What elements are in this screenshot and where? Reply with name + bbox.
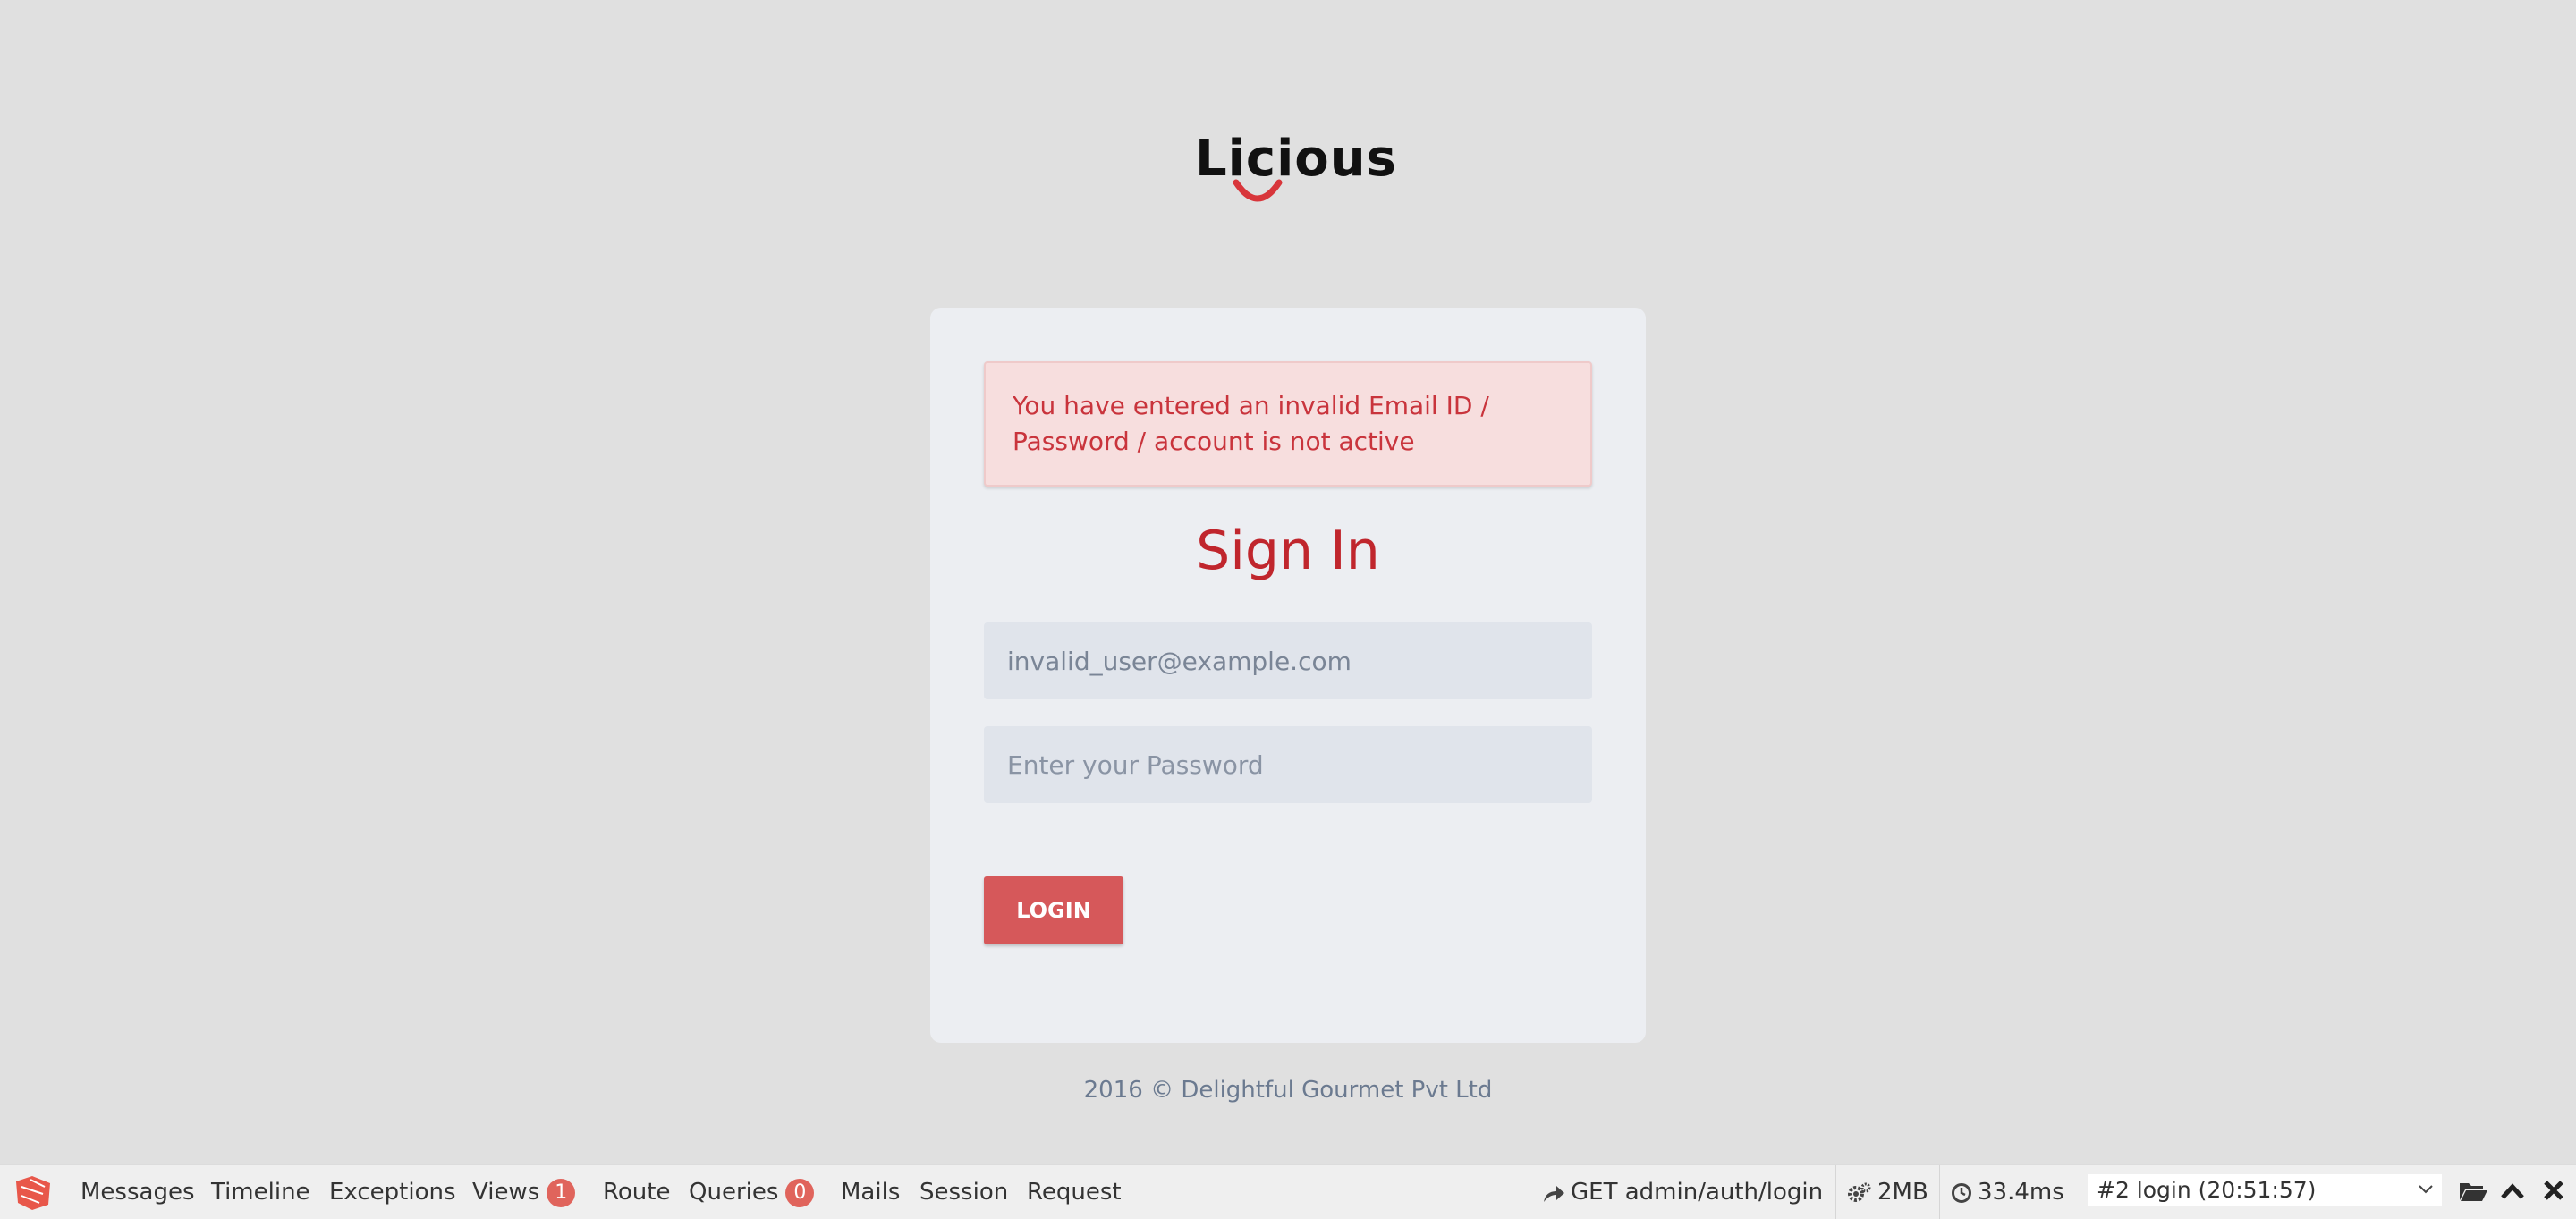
share-arrow-icon xyxy=(1544,1185,1564,1202)
email-field[interactable] xyxy=(984,622,1592,699)
logo-text: Licious xyxy=(1195,130,1397,188)
footer-copyright: 2016 © Delightful Gourmet Pvt Ltd xyxy=(1083,1077,1493,1104)
close-icon[interactable] xyxy=(2542,1178,2565,1203)
cogs-icon xyxy=(1848,1182,1871,1202)
memory-indicator[interactable]: 2MB xyxy=(1835,1165,1928,1219)
login-button[interactable]: LOGIN xyxy=(984,876,1123,944)
smile-icon xyxy=(1233,179,1283,202)
request-select[interactable]: #2 login (20:51:57) xyxy=(2088,1174,2442,1206)
page-title: Sign In xyxy=(1196,520,1380,582)
tab-session[interactable]: Session xyxy=(919,1165,1008,1219)
tab-messages[interactable]: Messages xyxy=(80,1165,195,1219)
tab-views[interactable]: Views 1 xyxy=(472,1165,576,1219)
queries-count-badge: 0 xyxy=(785,1178,815,1207)
tab-timeline[interactable]: Timeline xyxy=(211,1165,310,1219)
views-count-badge: 1 xyxy=(547,1178,576,1207)
route-indicator[interactable]: GET admin/auth/login xyxy=(1531,1165,1823,1219)
error-alert: You have entered an invalid Email ID / P… xyxy=(984,361,1592,487)
tab-route[interactable]: Route xyxy=(603,1165,670,1219)
tab-exceptions[interactable]: Exceptions xyxy=(329,1165,456,1219)
chevron-down-icon xyxy=(2419,1185,2433,1194)
licious-logo: Licious xyxy=(1195,131,1396,211)
laravel-logo-icon[interactable] xyxy=(13,1174,54,1212)
chevron-up-icon[interactable] xyxy=(2499,1178,2526,1203)
debugbar: Messages Timeline Exceptions Views 1 Rout… xyxy=(0,1164,2576,1219)
tab-request[interactable]: Request xyxy=(1027,1165,1122,1219)
password-field[interactable] xyxy=(984,726,1592,803)
login-card: You have entered an invalid Email ID / P… xyxy=(930,308,1646,1043)
clock-icon xyxy=(1952,1182,1971,1203)
folder-open-icon[interactable] xyxy=(2458,1178,2488,1203)
time-indicator[interactable]: 33.4ms xyxy=(1939,1165,2064,1219)
tab-queries[interactable]: Queries 0 xyxy=(689,1165,815,1219)
tab-mails[interactable]: Mails xyxy=(841,1165,900,1219)
